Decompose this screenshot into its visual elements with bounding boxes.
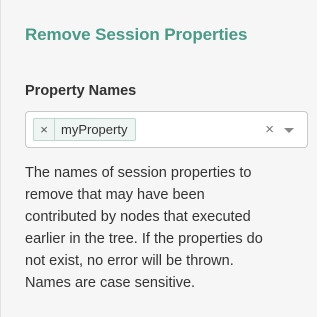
tag-remove-icon[interactable]: ×	[34, 119, 55, 140]
help-text-line: earlier in the tree. If the properties d…	[25, 231, 263, 247]
property-names-label: Property Names	[25, 83, 137, 99]
property-names-select[interactable]: × myProperty ×	[25, 111, 308, 148]
help-text: The names of session properties to remov…	[25, 162, 315, 294]
help-text-line: remove that may have been	[25, 187, 205, 203]
tag-label: myProperty	[61, 122, 128, 137]
help-text-line: contributed by nodes that executed	[25, 209, 251, 225]
clear-icon[interactable]: ×	[265, 121, 274, 139]
chevron-down-icon[interactable]	[284, 128, 294, 133]
help-text-line: The names of session properties to	[25, 165, 252, 181]
property-tag: × myProperty	[33, 118, 137, 141]
properties-panel: Remove Session Properties Property Names…	[0, 0, 317, 317]
help-text-line: Names are case sensitive.	[25, 275, 196, 291]
help-text-line: not exist, no error will be thrown.	[25, 253, 234, 269]
section-title: Remove Session Properties	[25, 25, 248, 44]
